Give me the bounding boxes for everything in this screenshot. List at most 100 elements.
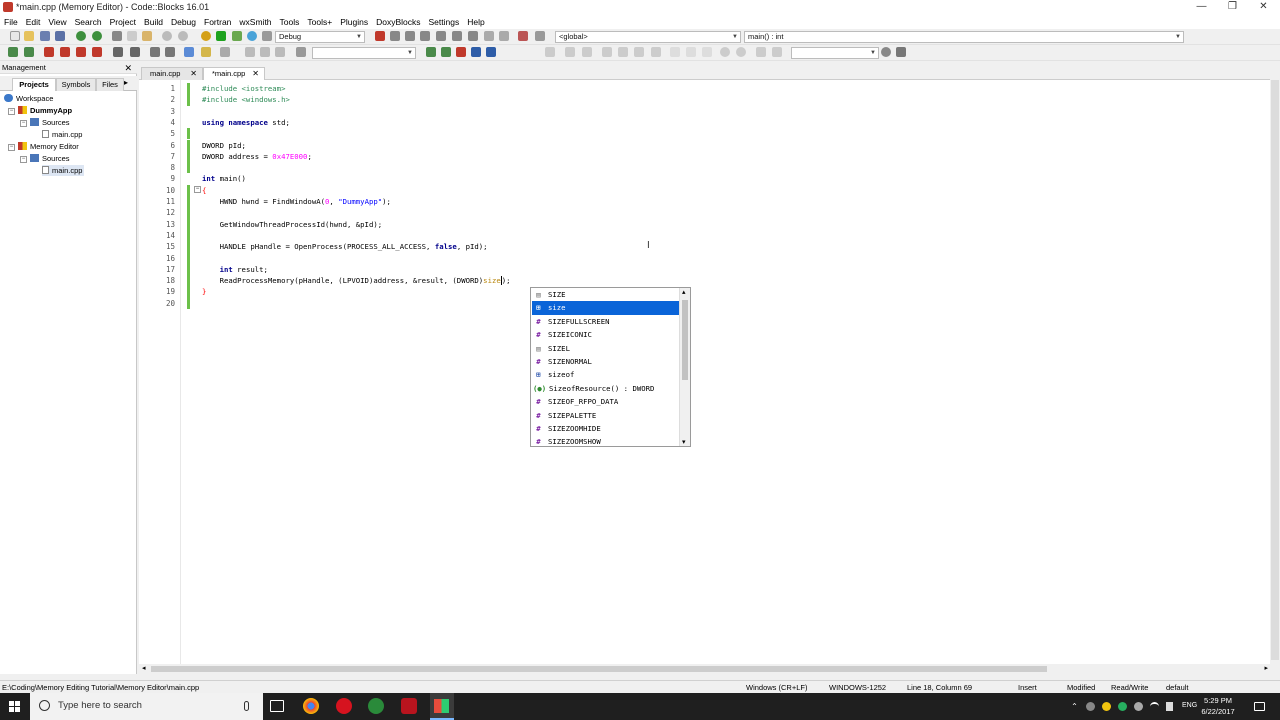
autocomplete-item[interactable]: # SIZEFULLSCREEN	[532, 315, 680, 328]
new-file-icon[interactable]	[10, 31, 20, 41]
open-folder-icon[interactable]	[24, 31, 34, 41]
find-icon[interactable]	[162, 31, 172, 41]
collapse-icon[interactable]: −	[8, 144, 15, 151]
layout-icon[interactable]	[545, 47, 555, 57]
doxyblocks-icon[interactable]	[184, 47, 194, 57]
stop-debugger-icon[interactable]	[499, 31, 509, 41]
layout-icon-3[interactable]	[582, 47, 592, 57]
next-bookmark-icon[interactable]	[76, 47, 86, 57]
debug-start-icon[interactable]	[375, 31, 385, 41]
scrollbar-thumb[interactable]	[151, 666, 1047, 672]
autocomplete-item-selected[interactable]: ⊞ size	[532, 301, 680, 315]
tab-scroll-arrow[interactable]: ▸	[124, 78, 128, 87]
tree-file-main[interactable]: main.cpp	[42, 129, 82, 140]
doxywizard-icon[interactable]	[201, 47, 211, 57]
build-and-run-icon[interactable]	[232, 31, 242, 41]
nav-forward-icon[interactable]	[275, 47, 285, 57]
menu-search[interactable]: Search	[71, 15, 106, 29]
tray-app-icon[interactable]	[1086, 702, 1095, 711]
align-icon-4[interactable]	[651, 47, 661, 57]
function-select[interactable]: main() : int ▼	[744, 31, 1184, 43]
highlight-all-icon[interactable]	[456, 47, 466, 57]
scope-select[interactable]: <global> ▼	[555, 31, 741, 43]
tools-icon[interactable]	[896, 47, 906, 57]
debug-windows-icon[interactable]	[518, 31, 528, 41]
scrollbar-thumb[interactable]	[682, 300, 688, 380]
editor-tab-main-modified[interactable]: *main.cpp ✕	[203, 67, 265, 80]
tree-workspace[interactable]: Workspace	[4, 93, 53, 104]
zoom-in-icon[interactable]	[720, 47, 730, 57]
menu-help[interactable]: Help	[463, 15, 488, 29]
tree-project-memory-editor[interactable]: Memory Editor	[18, 141, 79, 152]
zoom-out-icon[interactable]	[736, 47, 746, 57]
tray-overflow-icon[interactable]: ⌃	[1070, 702, 1079, 711]
code-editor[interactable]: 1 2 3 4 5 6 7 8 9 10 11 12 13 14 15 16 1…	[139, 80, 1270, 664]
editor-horizontal-scrollbar[interactable]: ◂ ▸	[139, 664, 1270, 674]
scroll-up-icon[interactable]: ▴	[682, 288, 686, 296]
replace-icon[interactable]	[178, 31, 188, 41]
app-icon-red[interactable]	[401, 698, 417, 714]
comment-icon[interactable]	[150, 47, 160, 57]
align-icon-3[interactable]	[634, 47, 644, 57]
menu-edit[interactable]: Edit	[22, 15, 45, 29]
menu-project[interactable]: Project	[106, 15, 140, 29]
undo-icon[interactable]	[76, 31, 86, 41]
tab-files[interactable]: Files	[96, 78, 124, 91]
clear-bookmarks-icon[interactable]	[92, 47, 102, 57]
incremental-search-input[interactable]: ▼	[312, 47, 416, 59]
windows-start-icon[interactable]	[9, 701, 20, 712]
align-icon-2[interactable]	[618, 47, 628, 57]
chrome-icon[interactable]	[303, 698, 319, 714]
scroll-left-icon[interactable]: ◂	[142, 664, 146, 674]
taskbar-search-box[interactable]: Type here to search	[30, 693, 263, 720]
copy-icon[interactable]	[127, 31, 137, 41]
autocomplete-item[interactable]: # SIZEPALETTE	[532, 409, 680, 422]
maximize-button[interactable]: ❐	[1217, 0, 1248, 15]
autocomplete-item[interactable]: # SIZEOF_RFPO_DATA	[532, 395, 680, 408]
prev-match-icon[interactable]	[426, 47, 436, 57]
code-search-icon[interactable]	[881, 47, 891, 57]
various-info-icon[interactable]	[535, 31, 545, 41]
jump-forward-icon[interactable]	[24, 47, 34, 57]
regex-icon[interactable]	[486, 47, 496, 57]
symbol-icon[interactable]	[756, 47, 766, 57]
select-icon[interactable]	[130, 47, 140, 57]
tab-close-icon[interactable]: ✕	[252, 68, 259, 80]
run-to-cursor-icon[interactable]	[390, 31, 400, 41]
tray-app-icon-4[interactable]	[1134, 702, 1143, 711]
collapse-icon[interactable]: −	[20, 156, 27, 163]
editor-tab-main[interactable]: main.cpp ✕	[141, 67, 203, 80]
next-match-icon[interactable]	[441, 47, 451, 57]
editor-vertical-scrollbar[interactable]	[1270, 66, 1280, 674]
autocomplete-item[interactable]: ⊞ sizeof	[532, 368, 680, 381]
menu-plugins[interactable]: Plugins	[336, 15, 372, 29]
extract-icon[interactable]	[220, 47, 230, 57]
notifications-icon[interactable]	[1254, 702, 1265, 711]
menu-settings[interactable]: Settings	[425, 15, 464, 29]
menu-fortran[interactable]: Fortran	[200, 15, 235, 29]
prev-bookmark-icon[interactable]	[60, 47, 70, 57]
autocomplete-item[interactable]: # SIZENORMAL	[532, 355, 680, 368]
tray-app-icon-3[interactable]	[1118, 702, 1127, 711]
step-out-icon[interactable]	[436, 31, 446, 41]
microphone-icon[interactable]	[244, 701, 249, 711]
tree-project-dummyapp[interactable]: DummyApp	[18, 105, 72, 116]
nav-home-icon[interactable]	[260, 47, 270, 57]
class-icon[interactable]	[772, 47, 782, 57]
tree-folder-sources[interactable]: Sources	[30, 153, 70, 164]
tree-folder-sources[interactable]: Sources	[30, 117, 70, 128]
nav-back-icon[interactable]	[245, 47, 255, 57]
menu-view[interactable]: View	[44, 15, 70, 29]
match-case-icon[interactable]	[471, 47, 481, 57]
volume-icon[interactable]	[1166, 702, 1173, 711]
code-search-input[interactable]: ▼	[791, 47, 879, 59]
tree-file-main-selected[interactable]: main.cpp	[42, 165, 85, 176]
opera-icon[interactable]	[336, 698, 352, 714]
build-gear-icon[interactable]	[201, 31, 211, 41]
codeblocks-taskbar-button[interactable]	[430, 693, 454, 720]
align-icon[interactable]	[602, 47, 612, 57]
menu-build[interactable]: Build	[140, 15, 167, 29]
break-debugger-icon[interactable]	[484, 31, 494, 41]
rebuild-icon[interactable]	[247, 31, 257, 41]
widget-icon-3[interactable]	[702, 47, 712, 57]
